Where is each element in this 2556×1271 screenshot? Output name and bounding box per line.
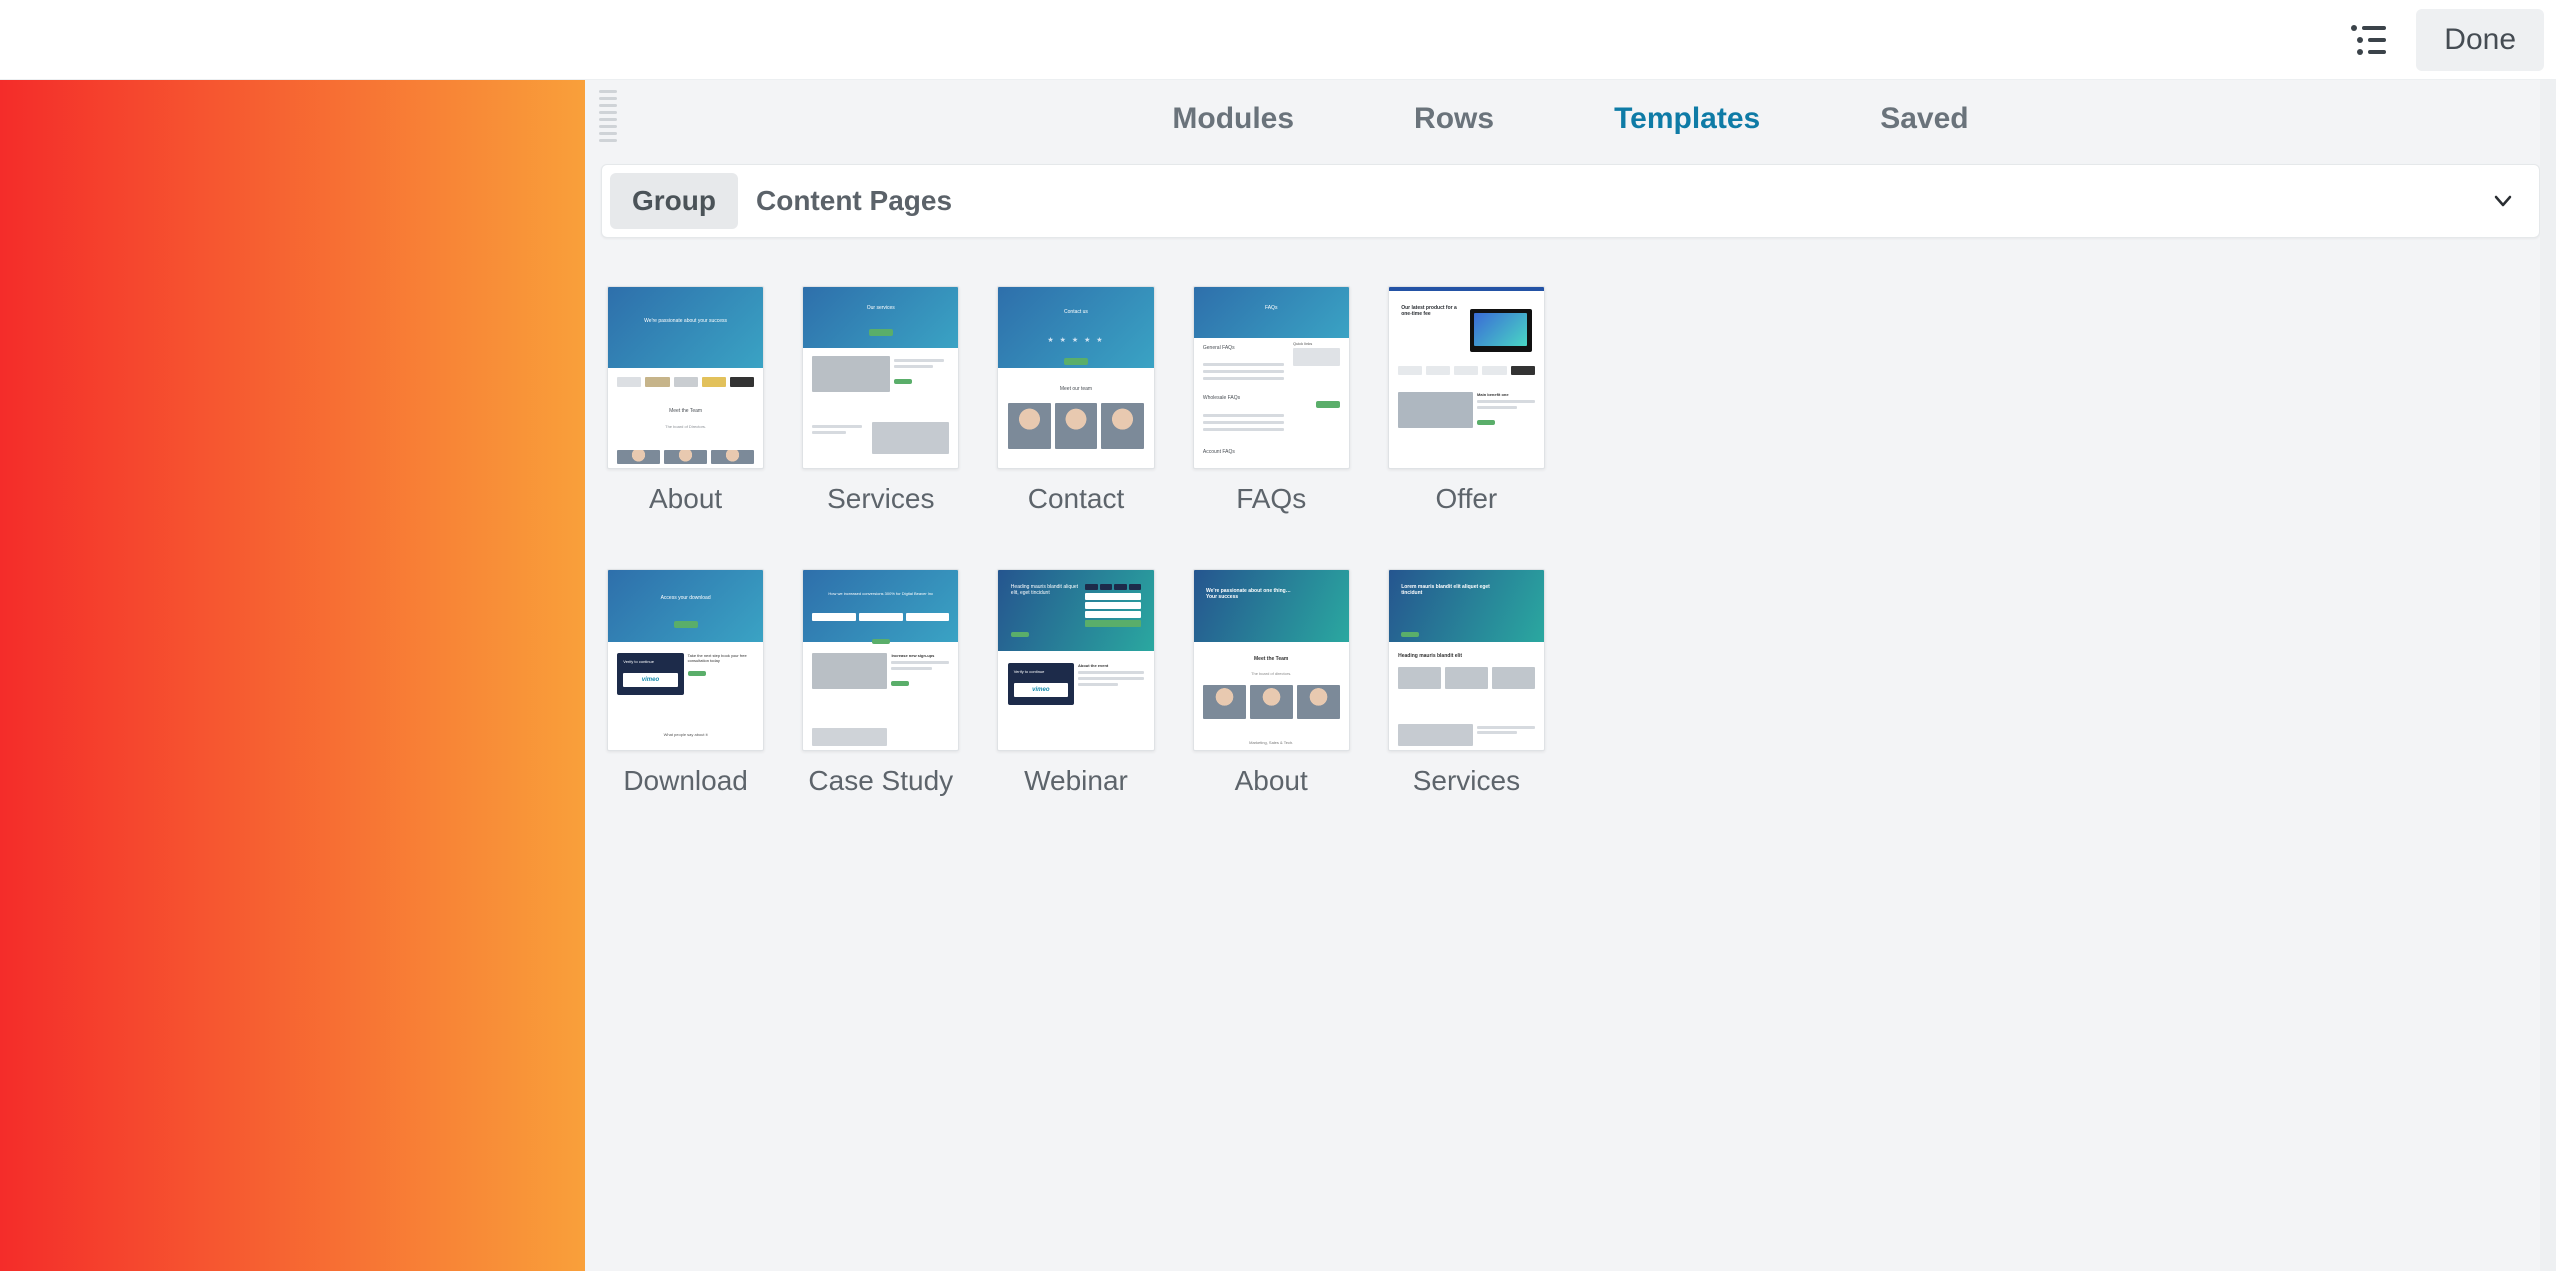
template-label: FAQs — [1236, 483, 1306, 515]
template-card-about[interactable]: We're passionate about your success Meet… — [607, 286, 764, 515]
template-thumb: Our latest product for a one-time fee Ma… — [1388, 286, 1545, 469]
template-label: Offer — [1436, 483, 1498, 515]
template-card-contact[interactable]: Contact us ★ ★ ★ ★ ★ Meet our team Conta… — [997, 286, 1154, 515]
template-thumb: Heading mauris blandit aliquet elit, ege… — [997, 569, 1154, 752]
panel-scrollbar[interactable] — [2540, 80, 2556, 1271]
template-label: About — [649, 483, 722, 515]
group-filter[interactable]: Group Content Pages — [601, 164, 2540, 238]
template-thumb: Access your download Verify to continue … — [607, 569, 764, 752]
panel-drag-handle[interactable] — [599, 90, 617, 146]
template-card-services[interactable]: Our services — [802, 286, 959, 515]
template-thumb: We're passionate about your success Meet… — [607, 286, 764, 469]
template-label: About — [1235, 765, 1308, 797]
done-button[interactable]: Done — [2416, 9, 2544, 71]
tab-rows[interactable]: Rows — [1414, 102, 1494, 136]
content-panel: Modules Rows Templates Saved Group Conte… — [585, 80, 2556, 1271]
template-label: Services — [827, 483, 934, 515]
template-card-download[interactable]: Access your download Verify to continue … — [607, 569, 764, 798]
panel-tabs: Modules Rows Templates Saved — [585, 80, 2556, 164]
template-thumb: Our services — [802, 286, 959, 469]
template-card-offer[interactable]: Our latest product for a one-time fee Ma… — [1388, 286, 1545, 515]
template-label: Webinar — [1024, 765, 1128, 797]
main: Modules Rows Templates Saved Group Conte… — [0, 80, 2556, 1271]
group-filter-value: Content Pages — [756, 185, 2473, 217]
template-thumb: Lorem mauris blandit elit aliquet eget t… — [1388, 569, 1545, 752]
tab-saved[interactable]: Saved — [1880, 102, 1968, 136]
template-label: Services — [1413, 765, 1520, 797]
outline-button[interactable] — [2344, 14, 2396, 66]
template-thumb: FAQs General FAQs Quick links Wholesale … — [1193, 286, 1350, 469]
topbar: Done — [0, 0, 2556, 80]
template-card-services-2[interactable]: Lorem mauris blandit elit aliquet eget t… — [1388, 569, 1545, 798]
editor-canvas[interactable] — [0, 80, 585, 1271]
template-card-faqs[interactable]: FAQs General FAQs Quick links Wholesale … — [1193, 286, 1350, 515]
template-label: Contact — [1028, 483, 1125, 515]
templates-scroll[interactable]: We're passionate about your success Meet… — [585, 238, 2556, 1271]
template-card-case-study[interactable]: How we increased conversions 300% for Di… — [802, 569, 959, 798]
templates-grid: We're passionate about your success Meet… — [605, 286, 1545, 797]
tab-modules[interactable]: Modules — [1172, 102, 1294, 136]
group-filter-label[interactable]: Group — [610, 173, 738, 229]
template-label: Case Study — [808, 765, 953, 797]
template-card-about-2[interactable]: We're passionate about one thing… Your s… — [1193, 569, 1350, 798]
template-thumb: We're passionate about one thing… Your s… — [1193, 569, 1350, 752]
template-card-webinar[interactable]: Heading mauris blandit aliquet elit, ege… — [997, 569, 1154, 798]
template-thumb: How we increased conversions 300% for Di… — [802, 569, 959, 752]
template-label: Download — [623, 765, 748, 797]
outline-icon — [2350, 24, 2390, 56]
tab-templates[interactable]: Templates — [1614, 102, 1760, 136]
template-thumb: Contact us ★ ★ ★ ★ ★ Meet our team — [997, 286, 1154, 469]
chevron-down-icon[interactable] — [2491, 189, 2515, 213]
